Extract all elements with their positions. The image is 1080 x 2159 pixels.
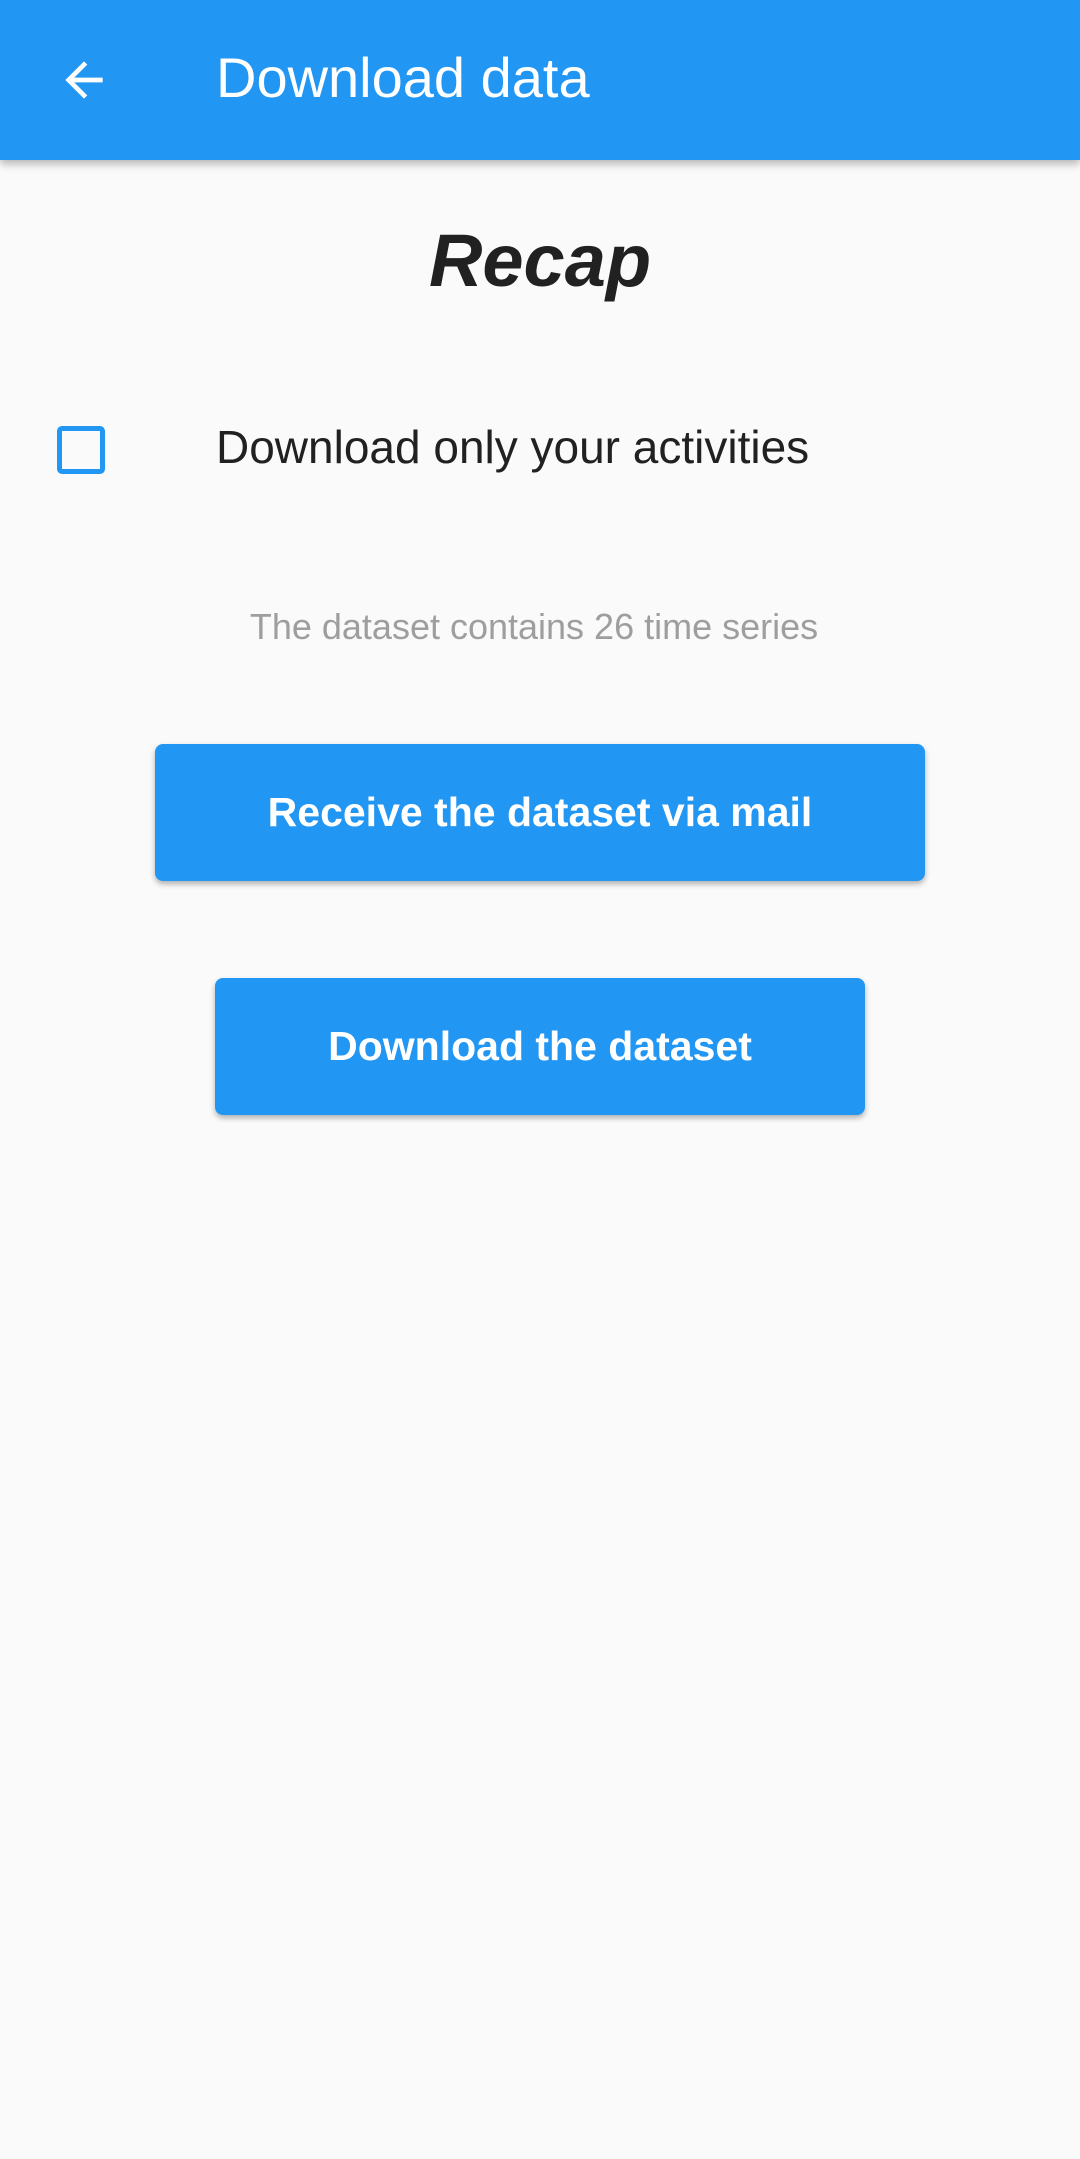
back-button[interactable] [40, 36, 128, 124]
page-title: Download data [216, 46, 590, 109]
receive-via-mail-button[interactable]: Receive the dataset via mail [155, 744, 925, 881]
arrow-back-icon [65, 61, 103, 99]
app-bar: Download data [0, 0, 1080, 160]
activities-checkbox[interactable] [57, 426, 105, 474]
download-dataset-button[interactable]: Download the dataset [215, 978, 865, 1115]
recap-heading: Recap [428, 219, 652, 302]
activities-checkbox-label[interactable]: Download only your activities [216, 420, 809, 474]
dataset-info-text: The dataset contains 26 time series [249, 606, 819, 647]
